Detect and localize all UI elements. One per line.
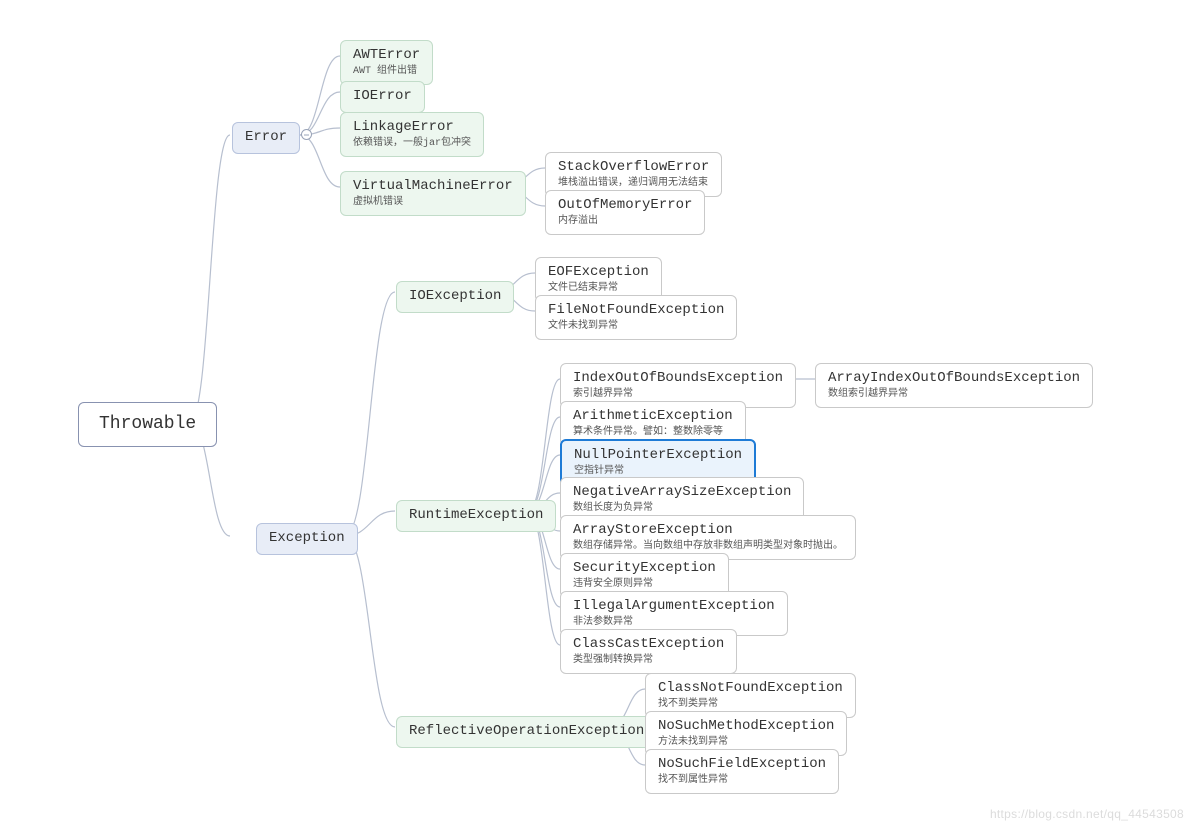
node-title: SecurityException (573, 560, 716, 576)
node-ioerror[interactable]: IOError (340, 81, 425, 113)
node-sub: 违背安全原则异常 (573, 579, 716, 592)
node-ioexception[interactable]: IOException (396, 281, 514, 313)
node-outofmemoryerror[interactable]: OutOfMemoryError 内存溢出 (545, 190, 705, 235)
node-title: ArrayStoreException (573, 522, 733, 538)
node-sub: 数组长度为负异常 (573, 503, 791, 516)
node-filenotfoundexception[interactable]: FileNotFoundException 文件未找到异常 (535, 295, 737, 340)
node-title: IOError (353, 88, 412, 104)
node-throwable[interactable]: Throwable (78, 402, 217, 447)
node-title: StackOverflowError (558, 159, 709, 175)
node-runtimeexception[interactable]: RuntimeException (396, 500, 556, 532)
node-linkageerror[interactable]: LinkageError 依赖错误，一般jar包冲突 (340, 112, 484, 157)
node-title: ArrayIndexOutOfBoundsException (828, 370, 1080, 386)
node-sub: 数组存储异常。当向数组中存放非数组声明类型对象时抛出。 (573, 541, 843, 554)
node-awterror[interactable]: AWTError AWT 组件出错 (340, 40, 433, 85)
node-sub: 堆栈溢出错误，递归调用无法结束 (558, 178, 709, 191)
node-title: VirtualMachineError (353, 178, 513, 194)
node-sub: 虚拟机错误 (353, 197, 513, 210)
node-reflectiveoperationexception[interactable]: ReflectiveOperationException (396, 716, 657, 748)
node-title: Error (245, 129, 287, 145)
node-title: ClassCastException (573, 636, 724, 652)
node-title: NoSuchMethodException (658, 718, 834, 734)
node-nosuchfieldexception[interactable]: NoSuchFieldException 找不到属性异常 (645, 749, 839, 794)
node-title: AWTError (353, 47, 420, 63)
node-exception[interactable]: Exception (256, 523, 358, 555)
node-sub: AWT 组件出错 (353, 66, 420, 79)
node-title: EOFException (548, 264, 649, 280)
node-title: RuntimeException (409, 507, 543, 523)
node-title: NoSuchFieldException (658, 756, 826, 772)
node-sub: 方法未找到异常 (658, 737, 834, 750)
node-title: Exception (269, 530, 345, 546)
node-sub: 文件未找到异常 (548, 321, 724, 334)
node-title: IllegalArgumentException (573, 598, 775, 614)
node-title: OutOfMemoryError (558, 197, 692, 213)
node-title: ReflectiveOperationException (409, 723, 644, 739)
node-arrayindexoutofboundsexception[interactable]: ArrayIndexOutOfBoundsException 数组索引越界异常 (815, 363, 1093, 408)
node-title: ArithmeticException (573, 408, 733, 424)
node-title: IndexOutOfBoundsException (573, 370, 783, 386)
node-title: Throwable (99, 414, 196, 434)
node-title: FileNotFoundException (548, 302, 724, 318)
node-title: LinkageError (353, 119, 454, 135)
node-sub: 找不到类异常 (658, 699, 843, 712)
node-sub: 算术条件异常。譬如：整数除零等 (573, 427, 733, 440)
node-title: IOException (409, 288, 501, 304)
node-error[interactable]: Error (232, 122, 300, 154)
node-sub: 非法参数异常 (573, 617, 775, 630)
node-title: ClassNotFoundException (658, 680, 843, 696)
node-sub: 数组索引越界异常 (828, 389, 1080, 402)
node-sub: 内存溢出 (558, 216, 692, 229)
node-classcastexception[interactable]: ClassCastException 类型强制转换异常 (560, 629, 737, 674)
node-sub: 类型强制转换异常 (573, 655, 724, 668)
node-title: NullPointerException (574, 447, 742, 463)
node-virtualmachineerror[interactable]: VirtualMachineError 虚拟机错误 (340, 171, 526, 216)
node-sub: 依赖错误，一般jar包冲突 (353, 138, 471, 151)
node-sub: 找不到属性异常 (658, 775, 826, 788)
node-sub: 文件已结束异常 (548, 283, 649, 296)
toggle-icon[interactable] (301, 129, 312, 140)
node-title: NegativeArraySizeException (573, 484, 791, 500)
node-sub: 索引越界异常 (573, 389, 783, 402)
watermark: https://blog.csdn.net/qq_44543508 (990, 807, 1184, 821)
